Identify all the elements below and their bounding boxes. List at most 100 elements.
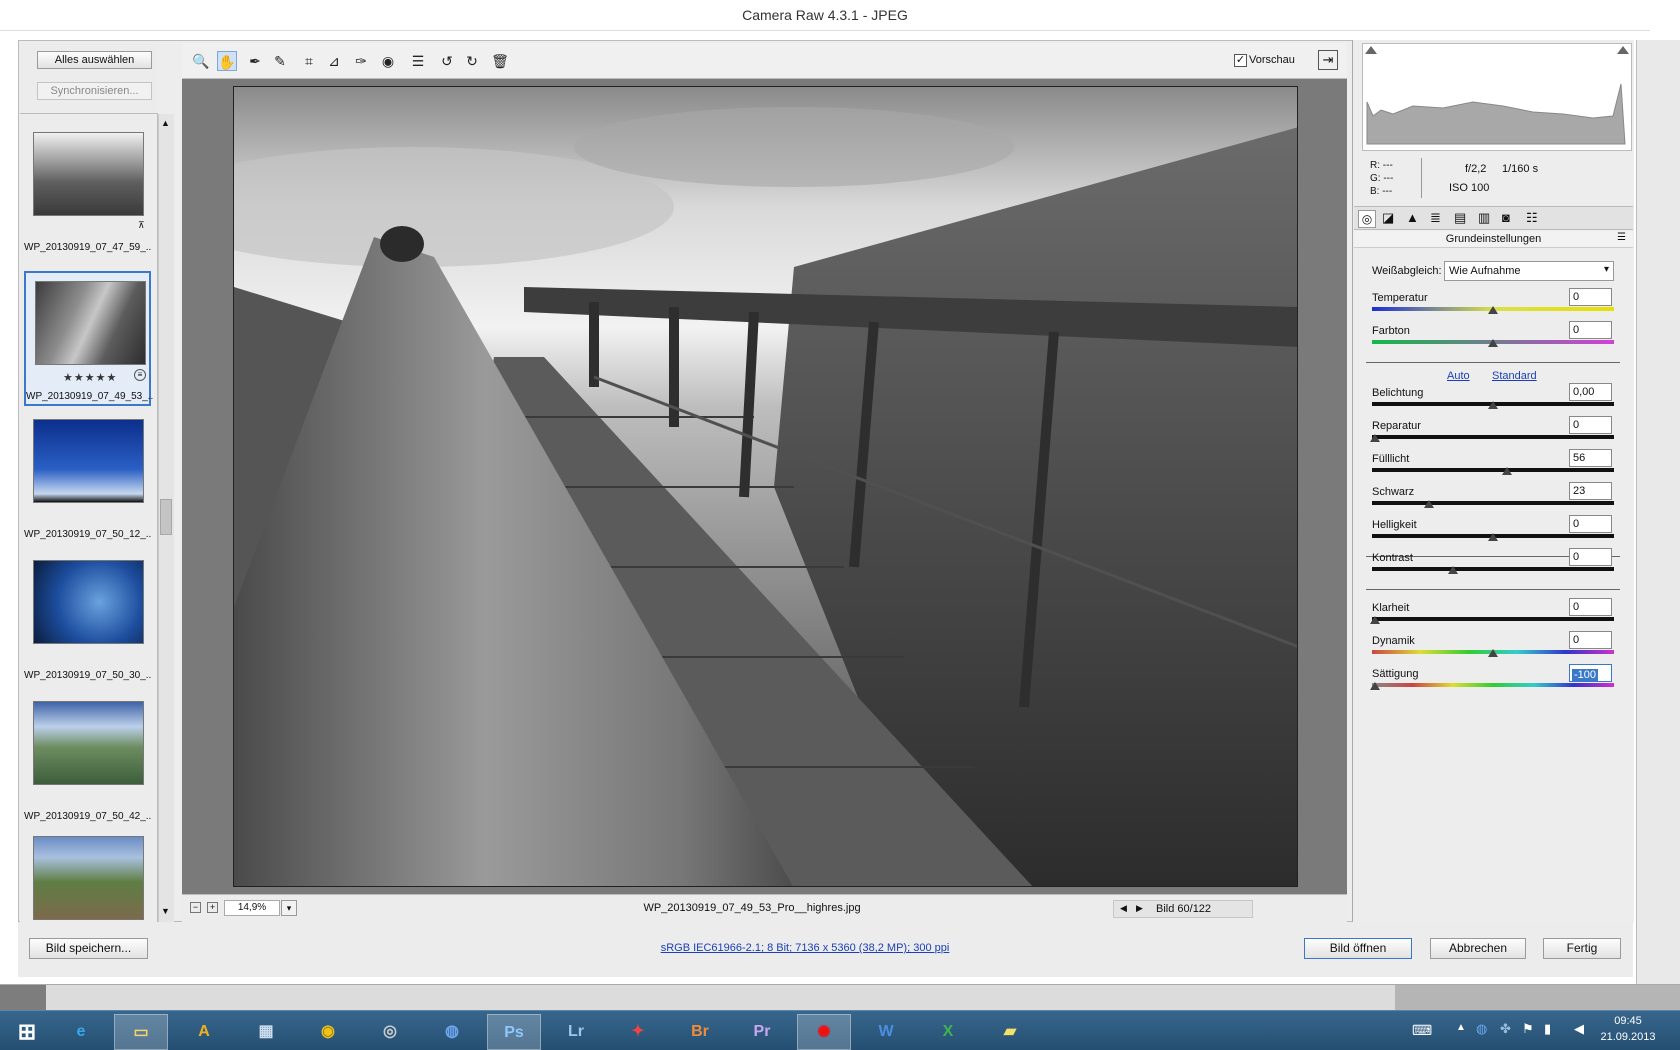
network-icon[interactable]: ◍ [425,1014,479,1050]
crop-icon[interactable]: ⌗ [299,51,319,71]
slider-2[interactable]: Belichtung 0,00 [1372,383,1614,417]
premiere-icon[interactable]: Pr [735,1014,789,1050]
filmstrip-item[interactable]: WP_20130919_07_50_12_... [24,411,151,546]
filmstrip-item[interactable]: WP_20130919_07_50_30_... [24,552,151,687]
auto-link[interactable]: Auto [1447,370,1470,382]
photoshop-icon[interactable]: Ps [487,1014,541,1050]
filmstrip-scrollbar[interactable]: ▲ ▼ [158,114,174,922]
slider-thumb[interactable] [1370,682,1380,690]
tray-network-icon[interactable]: ◍ [1476,1021,1487,1037]
slider-thumb[interactable] [1488,533,1498,541]
slider-track[interactable] [1372,617,1614,621]
tab-presets-icon[interactable]: ☷ [1526,210,1538,226]
action-center-flag-icon[interactable]: ⚑ [1522,1021,1534,1037]
slider-thumb[interactable] [1370,434,1380,442]
lightroom-icon[interactable]: Lr [549,1014,603,1050]
slider-thumb[interactable] [1488,306,1498,314]
slider-value-field[interactable]: 0 [1569,548,1612,566]
panel-menu-icon[interactable]: ☰ [1617,232,1626,243]
open-image-button[interactable]: Bild öffnen [1304,938,1412,959]
workflow-options-link[interactable]: sRGB IEC61966-2.1; 8 Bit; 7136 x 5360 (3… [560,942,1050,954]
chrome-icon[interactable]: ◉ [301,1014,355,1050]
slider-track[interactable] [1372,683,1614,687]
tab-split-toning-icon[interactable]: ▤ [1454,210,1466,226]
windows-start-icon[interactable]: ⊞ [0,1014,54,1050]
zoom-level-field[interactable]: 14,9% [224,900,280,916]
slider-7[interactable]: Kontrast 0 [1372,548,1614,582]
filmstrip-item-selected[interactable]: ★★★★★ ≡ WP_20130919_07_49_53_... [24,271,153,406]
preview-checkbox[interactable]: ✓ [1234,54,1247,67]
straighten-icon[interactable]: ⊿ [324,51,344,71]
preferences-icon[interactable]: ☰ [408,51,428,71]
done-button[interactable]: Fertig [1543,938,1621,959]
slider-value-field[interactable]: 0 [1569,515,1612,533]
tray-app-icon[interactable]: ✤ [1500,1021,1511,1037]
zoom-dropdown-icon[interactable]: ▾ [281,900,297,916]
tab-hsl-icon[interactable]: ≣ [1430,210,1441,226]
slider-8[interactable]: Klarheit 0 [1370,598,1614,632]
rotate-left-icon[interactable]: ↺ [437,51,457,71]
cancel-button[interactable]: Abbrechen [1430,938,1526,959]
slider-track[interactable] [1372,501,1614,505]
slider-track[interactable] [1372,435,1614,439]
slider-10[interactable]: Sättigung -100 [1370,664,1614,698]
color-sampler-icon[interactable]: ✎ [270,51,290,71]
fullscreen-icon[interactable]: ⇥ [1318,50,1338,70]
highlight-clipping-icon[interactable] [1617,46,1629,54]
rotate-right-icon[interactable]: ↻ [462,51,482,71]
slider-value-field[interactable]: -100 [1569,664,1612,682]
preview-image[interactable] [233,86,1298,887]
slider-thumb[interactable] [1488,339,1498,347]
slider-value-field[interactable]: 23 [1569,482,1612,500]
slider-4[interactable]: Fülllicht 56 [1372,449,1614,483]
save-image-button[interactable]: Bild speichern... [29,938,148,959]
clock-date[interactable]: 21.09.2013 [1598,1031,1658,1043]
scroll-up-icon[interactable]: ▲ [161,118,170,128]
tab-basic-icon[interactable]: ◎ [1358,210,1376,228]
scroll-down-icon[interactable]: ▼ [161,906,170,916]
paint-app-icon[interactable]: ✺ [797,1014,851,1050]
bridge-icon[interactable]: Br [673,1014,727,1050]
slider-thumb[interactable] [1370,616,1380,624]
white-balance-select[interactable]: Wie Aufnahme ▾ [1444,261,1614,281]
slider-5[interactable]: Schwarz 23 [1372,482,1614,516]
scroll-thumb[interactable] [160,499,172,535]
slider-track[interactable] [1372,567,1614,571]
slider-value-field[interactable]: 0 [1569,598,1612,616]
dvd-icon[interactable]: ◎ [363,1014,417,1050]
wifi-icon[interactable]: ▮ [1544,1021,1551,1037]
slider-value-field[interactable]: 0 [1569,631,1612,649]
filmstrip-item[interactable] [24,834,151,922]
previous-image-icon[interactable]: ◀ [1120,903,1127,914]
slider-value-field[interactable]: 0,00 [1569,383,1612,401]
slider-thumb[interactable] [1488,401,1498,409]
word-icon[interactable]: W [859,1014,913,1050]
hand-icon[interactable]: ✋ [217,51,237,71]
zoom-in-icon[interactable]: + [207,902,218,913]
photo-viewer-icon[interactable]: ▦ [239,1014,293,1050]
tab-tone-curve-icon[interactable]: ◪ [1382,210,1394,226]
standard-link[interactable]: Standard [1492,370,1537,382]
next-image-icon[interactable]: ▶ [1136,903,1143,914]
tray-expand-icon[interactable]: ▲ [1456,1022,1466,1033]
slider-value-field[interactable]: 0 [1569,416,1612,434]
keyboard-icon[interactable]: ⌨ [1412,1022,1432,1039]
slider-1[interactable]: Farbton 0 [1372,321,1614,355]
select-all-button[interactable]: Alles auswählen [37,51,152,69]
slider-value-field[interactable]: 0 [1569,288,1612,306]
internet-explorer-icon[interactable]: e [54,1014,108,1050]
zoom-out-icon[interactable]: − [190,902,201,913]
filmstrip-item[interactable]: ⊼ WP_20130919_07_47_59_... [24,124,151,259]
slider-value-field[interactable]: 56 [1569,449,1612,467]
tab-detail-icon[interactable]: ▲ [1406,210,1419,225]
volume-icon[interactable]: ◀ [1574,1021,1584,1037]
tab-camera-calibration-icon[interactable]: ◙ [1502,210,1510,225]
slider-thumb[interactable] [1502,467,1513,475]
red-eye-icon[interactable]: ◉ [378,51,398,71]
acrobat-icon[interactable]: A [177,1014,231,1050]
trash-icon[interactable]: 🗑 [490,51,510,71]
clock-time[interactable]: 09:45 [1598,1015,1658,1027]
file-explorer-icon[interactable]: ▭ [114,1014,168,1050]
zoom-icon[interactable]: 🔍 [191,51,211,71]
shadow-clipping-icon[interactable] [1365,46,1377,54]
